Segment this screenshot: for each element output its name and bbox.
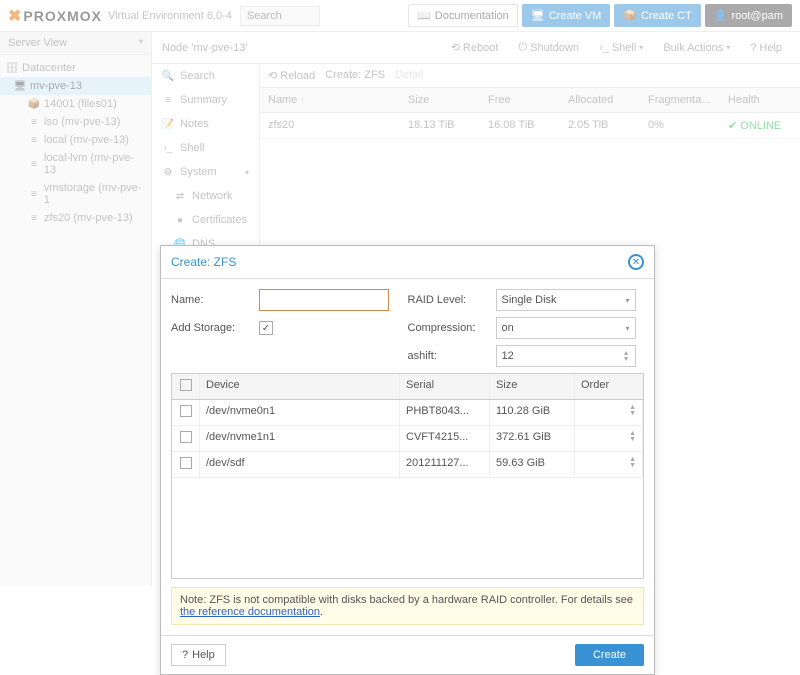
dialog-footer: ?Help Create — [161, 635, 654, 674]
select-all-checkbox[interactable] — [172, 374, 200, 399]
create-zfs-dialog: Create: ZFS ✕ Name: RAID Level: Single D… — [160, 245, 655, 675]
device-table-header: Device Serial Size Order — [172, 374, 643, 400]
name-label: Name: — [171, 294, 251, 306]
col-serial[interactable]: Serial — [400, 374, 490, 399]
device-row[interactable]: /dev/nvme0n1PHBT8043...110.28 GiB▲▼ — [172, 400, 643, 426]
note-banner: Note: ZFS is not compatible with disks b… — [171, 587, 644, 625]
dialog-help-button[interactable]: ?Help — [171, 644, 226, 666]
device-rows: /dev/nvme0n1PHBT8043...110.28 GiB▲▼/dev/… — [172, 400, 643, 478]
order-stepper[interactable]: ▲▼ — [629, 405, 636, 420]
chevron-down-icon: ▾ — [625, 324, 629, 333]
help-icon: ? — [182, 649, 188, 661]
raid-label: RAID Level: — [408, 294, 488, 306]
reference-link[interactable]: the reference documentation — [180, 606, 320, 618]
ashift-label: ashift: — [408, 350, 488, 362]
raid-level-select[interactable]: Single Disk▾ — [496, 289, 636, 311]
compression-select[interactable]: on▾ — [496, 317, 636, 339]
ashift-input[interactable]: 12▲▼ — [496, 345, 636, 367]
dialog-body: Name: RAID Level: Single Disk▾ Add Stora… — [161, 279, 654, 635]
device-checkbox[interactable] — [180, 405, 192, 417]
device-table: Device Serial Size Order /dev/nvme0n1PHB… — [171, 373, 644, 579]
chevron-down-icon: ▾ — [625, 296, 629, 305]
stepper-icon: ▲▼ — [623, 351, 630, 362]
order-stepper[interactable]: ▲▼ — [629, 457, 636, 472]
create-button[interactable]: Create — [575, 644, 644, 666]
close-button[interactable]: ✕ — [628, 254, 644, 270]
device-row[interactable]: /dev/sdf201211127...59.63 GiB▲▼ — [172, 452, 643, 478]
dialog-header: Create: ZFS ✕ — [161, 246, 654, 279]
col-device[interactable]: Device — [200, 374, 400, 399]
add-storage-checkbox[interactable]: ✓ — [259, 321, 273, 335]
order-stepper[interactable]: ▲▼ — [629, 431, 636, 446]
col-size[interactable]: Size — [490, 374, 575, 399]
name-input[interactable] — [259, 289, 389, 311]
device-checkbox[interactable] — [180, 457, 192, 469]
device-table-empty — [172, 478, 643, 578]
device-checkbox[interactable] — [180, 431, 192, 443]
compression-label: Compression: — [408, 322, 488, 334]
close-icon: ✕ — [632, 257, 640, 268]
addstorage-label: Add Storage: — [171, 322, 251, 334]
col-order[interactable]: Order — [575, 374, 643, 399]
dialog-title: Create: ZFS — [171, 255, 628, 269]
device-row[interactable]: /dev/nvme1n1CVFT4215...372.61 GiB▲▼ — [172, 426, 643, 452]
